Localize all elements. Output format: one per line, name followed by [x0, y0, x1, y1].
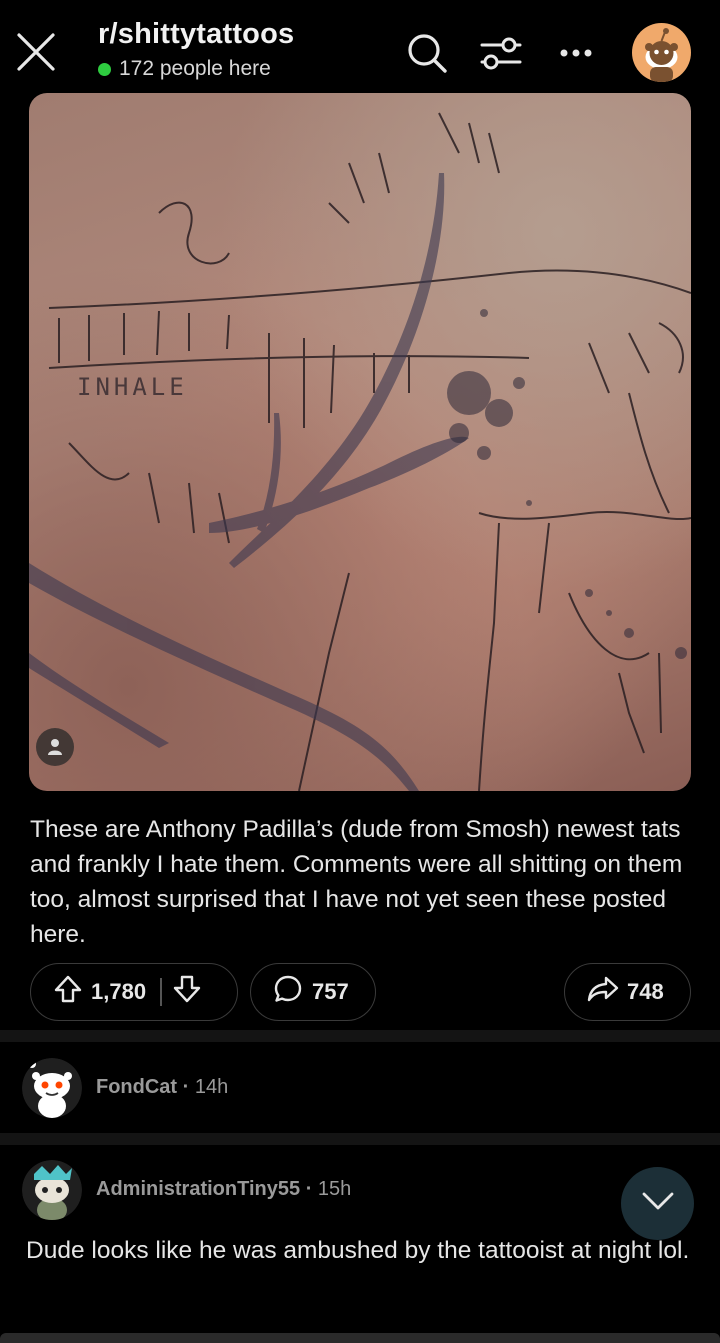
- downvote-icon[interactable]: [172, 974, 202, 1010]
- vote-bar: 1,780: [30, 963, 238, 1021]
- comment-meta: AdministrationTiny55 · 15h: [96, 1178, 351, 1201]
- tattoo-brushstrokes: [29, 173, 469, 791]
- avatar[interactable]: [632, 23, 691, 82]
- chevron-down-icon: [641, 1191, 675, 1216]
- share-count: 748: [627, 979, 664, 1004]
- comment-body: Dude looks like he was ambushed by the t…: [26, 1237, 690, 1264]
- online-count: 172 people here: [98, 57, 271, 81]
- close-icon[interactable]: [14, 30, 58, 74]
- scroll-down-button[interactable]: [621, 1167, 694, 1240]
- upvote-icon[interactable]: [53, 974, 83, 1010]
- person-icon[interactable]: [36, 728, 74, 766]
- post-body: These are Anthony Padilla’s (dude from S…: [30, 816, 683, 948]
- tattoo-speckles: [447, 309, 687, 659]
- section-divider: [0, 1030, 720, 1042]
- post-image[interactable]: INHALE: [29, 93, 691, 791]
- bottom-bar-edge: [0, 1333, 720, 1343]
- upvote-count: 1,780: [91, 979, 147, 1004]
- comment-bubble-icon: [273, 974, 303, 1010]
- commenter-avatar[interactable]: [22, 1160, 82, 1220]
- comment-author[interactable]: AdministrationTiny55: [96, 1178, 300, 1200]
- filter-icon[interactable]: [478, 30, 524, 76]
- tattoo-artwork: [48, 112, 691, 791]
- vote-divider: [160, 978, 162, 1006]
- comment-separator: ·: [305, 1178, 313, 1200]
- online-dot-icon: [98, 62, 111, 76]
- comment-author[interactable]: FondCat: [96, 1076, 177, 1098]
- subreddit-name[interactable]: r/shittytattoos: [98, 18, 294, 51]
- section-divider: [0, 1133, 720, 1145]
- comments-button[interactable]: 757: [250, 963, 376, 1021]
- top-bar: r/shittytattoos 172 people here: [0, 0, 720, 92]
- search-icon[interactable]: [404, 30, 450, 76]
- share-arrow-icon: [587, 974, 619, 1010]
- online-count-label: 172 people here: [119, 57, 271, 80]
- comment-count: 757: [312, 979, 349, 1004]
- commenter-avatar[interactable]: [22, 1058, 82, 1118]
- comment-time: 15h: [317, 1178, 352, 1200]
- comment-separator: ·: [182, 1076, 190, 1098]
- comment-time: 14h: [194, 1076, 229, 1098]
- more-icon[interactable]: [554, 30, 600, 76]
- share-button[interactable]: 748: [564, 963, 691, 1021]
- tattoo-inhale-text: INHALE: [77, 373, 188, 401]
- comment-meta: FondCat · 14h: [96, 1076, 228, 1099]
